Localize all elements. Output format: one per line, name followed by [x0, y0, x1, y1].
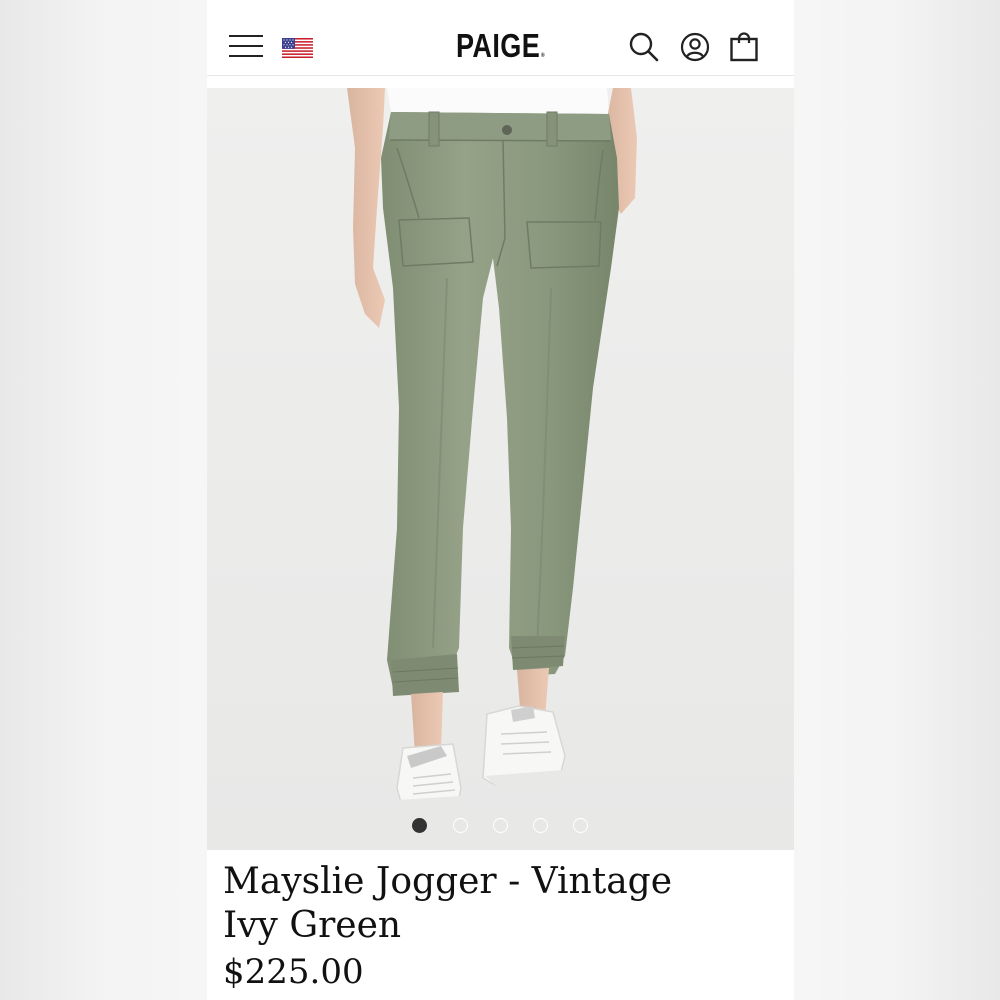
- gallery-dot-3[interactable]: [493, 818, 508, 833]
- gallery-dot-1[interactable]: [412, 818, 427, 833]
- product-title-line1: Mayslie Jogger - Vintage: [223, 861, 673, 902]
- gallery-pagination: [207, 818, 794, 838]
- search-icon[interactable]: [628, 31, 660, 63]
- menu-icon[interactable]: [229, 35, 263, 59]
- product-title-line2: Ivy Green: [223, 905, 402, 946]
- product-image-gallery[interactable]: [207, 88, 794, 850]
- product-page: PAIGE® Mayslie Jogger - Vintage Ivy Gree…: [207, 0, 794, 1000]
- product-photo: [207, 88, 794, 850]
- gallery-dot-2[interactable]: [453, 818, 468, 833]
- site-header: PAIGE®: [207, 0, 794, 76]
- brand-logo[interactable]: PAIGE®: [260, 28, 741, 74]
- brand-name: PAIGE: [455, 27, 541, 64]
- product-price: $225.00: [223, 952, 364, 992]
- registered-mark: ®: [541, 53, 546, 59]
- account-icon[interactable]: [679, 31, 711, 63]
- shopping-bag-icon[interactable]: [728, 31, 760, 63]
- gallery-dot-4[interactable]: [533, 818, 548, 833]
- gallery-dot-5[interactable]: [573, 818, 588, 833]
- product-info: Mayslie Jogger - Vintage Ivy Green $225.…: [223, 860, 783, 994]
- product-title: Mayslie Jogger - Vintage Ivy Green: [223, 860, 783, 948]
